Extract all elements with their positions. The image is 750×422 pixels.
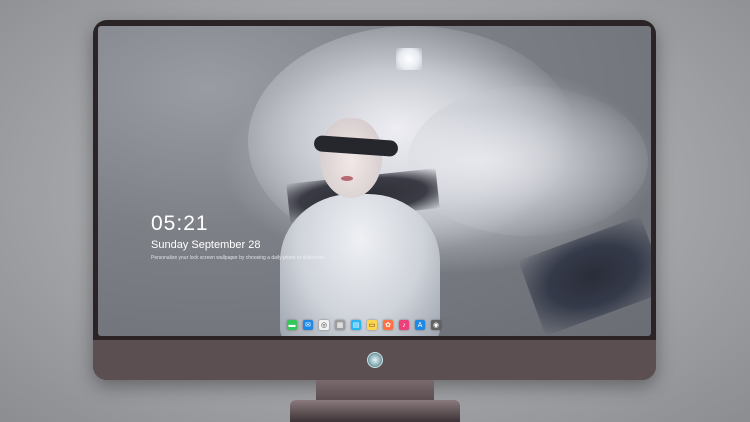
music-icon[interactable]: ♪ [399,320,409,330]
app-store-icon-glyph: A [417,321,423,329]
mail-icon[interactable]: ✉ [303,320,313,330]
mail-icon-glyph: ✉ [305,321,311,329]
lock-screen-time: 05:21 [151,212,209,235]
photos-icon-glyph: ✿ [385,321,391,329]
camera-icon-glyph: ◉ [432,321,440,329]
finder-icon-glyph: ▦ [336,321,344,329]
music-icon-glyph: ♪ [402,321,406,329]
screen-wallpaper: 05:21 Sunday September 28 Personalize yo… [98,26,651,336]
clapper-icon[interactable]: ▤ [351,320,361,330]
notes-icon[interactable]: ▭ [367,320,377,330]
monitor-logo-icon [367,352,383,368]
lock-screen-date: Sunday September 28 [151,239,261,251]
dock: ▬ ✉ ◎ ▦ ▤ ▭ ✿ ♪ A ◉ [287,318,441,332]
wallpaper-figure [280,194,440,336]
app-store-icon[interactable]: A [415,320,425,330]
photos-icon[interactable]: ✿ [383,320,393,330]
safari-icon-glyph: ◎ [320,321,328,329]
safari-icon[interactable]: ◎ [319,320,329,330]
wallpaper-flower [396,48,422,70]
notes-icon-glyph: ▭ [368,321,376,329]
wallpaper-lips [341,176,353,181]
messages-icon[interactable]: ▬ [287,320,297,330]
messages-icon-glyph: ▬ [288,321,296,329]
wallpaper-face [320,118,382,198]
wallpaper-hair-strands [408,86,648,236]
lock-screen-caption: Personalize your lock screen wallpaper b… [151,255,325,261]
camera-icon[interactable]: ◉ [431,320,441,330]
finder-icon[interactable]: ▦ [335,320,345,330]
clapper-icon-glyph: ▤ [352,321,360,329]
monitor-stand-base [290,400,460,422]
